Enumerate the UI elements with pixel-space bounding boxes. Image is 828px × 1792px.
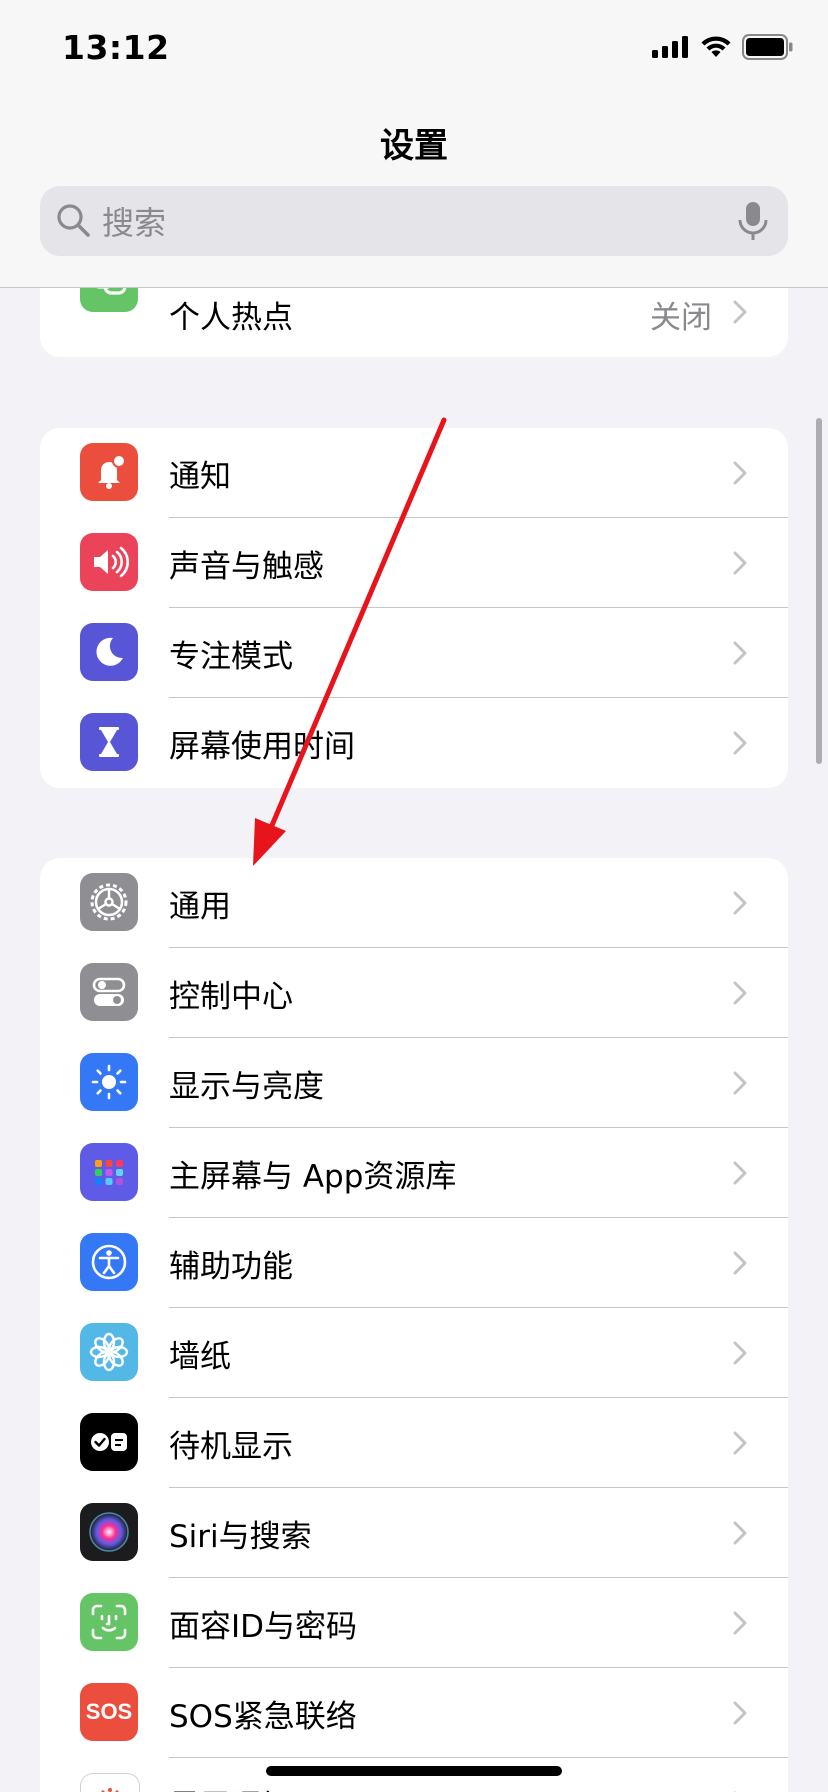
settings-row-notifications[interactable]: 通知 (40, 428, 788, 518)
settings-row-siri[interactable]: Siri与搜索 (40, 1488, 788, 1578)
chevron-right-icon (733, 731, 747, 755)
search-icon (57, 204, 90, 237)
settings-row-label: 专注模式 (169, 638, 293, 675)
settings-group-general: 通用 控制中心 显示与亮度 主屏幕与 App资源库 辅助功能 墙纸 待机显示 S… (40, 858, 788, 1792)
settings-row-label: 个人热点 (169, 300, 293, 336)
chevron-right-icon (733, 891, 747, 915)
chevron-right-icon (733, 461, 747, 485)
accessibility-icon (80, 1233, 138, 1291)
settings-row-standby[interactable]: 待机显示 (40, 1398, 788, 1488)
moon-icon (80, 623, 138, 681)
gear-icon (80, 873, 138, 931)
page-title: 设置 (380, 126, 448, 166)
faceid-icon (80, 1593, 138, 1651)
bell-icon (80, 443, 138, 501)
settings-row-control-center[interactable]: 控制中心 (40, 948, 788, 1038)
settings-row-label: 屏幕使用时间 (169, 728, 355, 765)
app-grid-icon (80, 1143, 138, 1201)
settings-row-label: 待机显示 (169, 1428, 293, 1465)
settings-row-label: 声音与触感 (169, 548, 324, 585)
settings-row-home-screen[interactable]: 主屏幕与 App资源库 (40, 1128, 788, 1218)
settings-row-focus[interactable]: 专注模式 (40, 608, 788, 698)
siri-icon (80, 1503, 138, 1561)
settings-row-screen-time[interactable]: 屏幕使用时间 (40, 698, 788, 788)
chevron-right-icon (733, 981, 747, 1005)
navigation-header: 13:12 设置 搜索 (0, 0, 828, 288)
wifi-icon (701, 36, 731, 57)
settings-row-label: 显示与亮度 (169, 1068, 324, 1105)
settings-row-wallpaper[interactable]: 墙纸 (40, 1308, 788, 1398)
settings-row-emergency-sos[interactable]: SOS SOS紧急联络 (40, 1668, 788, 1758)
hourglass-icon (80, 713, 138, 771)
microphone-icon[interactable] (736, 200, 770, 242)
chevron-right-icon (733, 1521, 747, 1545)
sos-icon-text: SOS (85, 1699, 133, 1724)
exposure-icon (80, 1773, 140, 1792)
settings-row-label: SOS紧急联络 (169, 1698, 357, 1735)
chevron-right-icon (733, 1341, 747, 1365)
settings-row-label: 墙纸 (169, 1338, 231, 1375)
speaker-icon (80, 533, 138, 591)
settings-row-label: 控制中心 (169, 978, 293, 1015)
standby-icon (80, 1413, 138, 1471)
battery-icon (742, 34, 793, 60)
toggles-icon (80, 963, 138, 1021)
settings-row-general[interactable]: 通用 (40, 858, 788, 948)
settings-row-faceid[interactable]: 面容ID与密码 (40, 1578, 788, 1668)
settings-row-label: 主屏幕与 App资源库 (169, 1158, 457, 1195)
search-placeholder: 搜索 (102, 204, 167, 242)
settings-row-label: 暴露通知 (169, 1781, 293, 1792)
chevron-right-icon (733, 1611, 747, 1635)
chevron-right-icon (733, 1071, 747, 1095)
settings-group-notifications: 通知 声音与触感 专注模式 屏幕使用时间 (40, 428, 788, 788)
settings-row-label: 面容ID与密码 (169, 1608, 358, 1645)
settings-row-label: Siri与搜索 (169, 1518, 312, 1555)
chevron-right-icon (733, 1161, 747, 1185)
chevron-right-icon (733, 551, 747, 575)
chevron-right-icon (733, 1701, 747, 1725)
status-icons (652, 34, 794, 60)
settings-row-accessibility[interactable]: 辅助功能 (40, 1218, 788, 1308)
sun-icon (80, 1053, 138, 1111)
settings-row-label: 通知 (169, 458, 231, 495)
search-field[interactable]: 搜索 (40, 186, 788, 256)
chevron-right-icon (733, 300, 747, 324)
settings-row-label: 辅助功能 (169, 1248, 293, 1285)
cellular-signal-icon (652, 36, 688, 58)
scroll-indicator[interactable] (816, 418, 822, 764)
settings-row-sounds[interactable]: 声音与触感 (40, 518, 788, 608)
chevron-right-icon (733, 1251, 747, 1275)
flower-icon (80, 1323, 138, 1381)
settings-row-display-brightness[interactable]: 显示与亮度 (40, 1038, 788, 1128)
settings-row-label: 通用 (169, 888, 231, 925)
home-indicator[interactable] (266, 1766, 562, 1776)
hotspot-status-value: 关闭 (650, 300, 712, 336)
status-time: 13:12 (62, 28, 170, 67)
chevron-right-icon (733, 1431, 747, 1455)
sos-icon: SOS (80, 1683, 138, 1741)
chevron-right-icon (733, 641, 747, 665)
